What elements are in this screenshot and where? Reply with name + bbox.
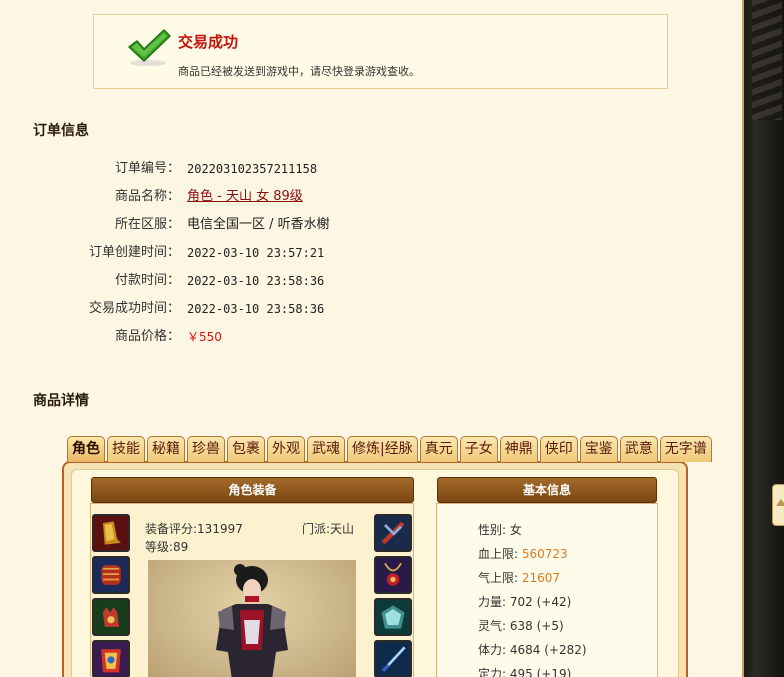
stat-strength-bonus: (+42) xyxy=(532,595,572,609)
character-sect: 门派:天山 xyxy=(302,522,355,536)
stat-strength: 力量: 702 (+42) xyxy=(478,593,571,610)
stat-hp: 血上限: 560723 xyxy=(478,545,568,562)
order-row-success: 交易成功时间： 2022-03-10 23:58:36 xyxy=(0,299,600,319)
decoration-strip xyxy=(752,0,782,120)
character-level: 等级:89 xyxy=(145,540,189,554)
paid-time-value: 2022-03-10 23:58:36 xyxy=(187,274,325,288)
tab-cultivation[interactable]: 修炼|经脉 xyxy=(347,436,418,462)
side-decoration xyxy=(744,0,784,677)
created-time-value: 2022-03-10 23:57:21 xyxy=(187,246,325,260)
tab-skills[interactable]: 技能 xyxy=(107,436,145,462)
stat-stamina: 体力: 4684 (+282) xyxy=(478,641,587,658)
detail-tabs: 角色 技能 秘籍 珍兽 包裹 外观 武魂 修炼|经脉 真元 子女 神鼎 侠印 宝… xyxy=(67,436,712,462)
stat-spirit-value: 638 xyxy=(509,619,533,633)
checkmark-icon xyxy=(128,29,171,66)
shoulder-icon xyxy=(376,600,410,634)
boots-icon xyxy=(94,516,128,550)
character-figure-icon xyxy=(216,564,288,677)
weapon-icon xyxy=(376,642,410,676)
order-row-created: 订单创建时间： 2022-03-10 23:57:21 xyxy=(0,243,600,263)
stat-strength-value: 702 xyxy=(509,595,533,609)
equip-slot-amulet[interactable] xyxy=(374,556,412,594)
stat-gender-value: 女 xyxy=(509,523,522,537)
stat-focus-value: 495 xyxy=(509,667,533,677)
stat-spirit: 灵气: 638 (+5) xyxy=(478,617,564,634)
order-row-paid: 付款时间： 2022-03-10 23:58:36 xyxy=(0,271,600,291)
tab-children[interactable]: 子女 xyxy=(459,436,498,462)
tab-role[interactable]: 角色 xyxy=(67,436,105,462)
equipment-score: 装备评分:131997 xyxy=(145,522,243,536)
success-time-label: 交易成功时间： xyxy=(88,301,180,316)
equip-slot-bracer[interactable] xyxy=(92,556,130,594)
success-time-value: 2022-03-10 23:58:36 xyxy=(187,302,325,316)
stat-hp-value: 560723 xyxy=(521,547,568,561)
product-detail-title: 商品详情 xyxy=(33,393,89,409)
order-info-title: 订单信息 xyxy=(33,123,89,139)
stat-stamina-bonus: (+282) xyxy=(540,643,587,657)
stat-mp: 气上限: 21607 xyxy=(478,569,560,586)
equip-slot-boots[interactable] xyxy=(92,514,130,552)
price-label: 商品价格： xyxy=(114,329,180,344)
server-value: 电信全国一区 / 听香水榭 xyxy=(187,217,330,232)
order-row-number: 订单编号： 202203102357211158 xyxy=(0,159,600,179)
tab-wuyi[interactable]: 武意 xyxy=(619,436,658,462)
stat-mp-label: 气上限: xyxy=(478,571,522,585)
tab-pets[interactable]: 珍兽 xyxy=(187,436,225,462)
scroll-top-tab[interactable] xyxy=(772,484,784,526)
equip-slot-shoulder[interactable] xyxy=(374,598,412,636)
order-page: 交易成功 商品已经被发送到游戏中，请尽快登录游戏查收。 订单信息 订单编号： 2… xyxy=(0,0,742,677)
success-title: 交易成功 xyxy=(178,33,239,51)
price-value: ￥550 xyxy=(187,330,222,344)
stat-spirit-bonus: (+5) xyxy=(532,619,564,633)
stat-gender-label: 性别: xyxy=(478,523,510,537)
stat-gender: 性别: 女 xyxy=(478,521,522,538)
equipment-header: 角色装备 xyxy=(91,477,414,503)
order-row-product: 商品名称： 角色 - 天山 女 89级 xyxy=(0,187,600,207)
created-time-label: 订单创建时间： xyxy=(88,245,180,260)
success-message: 商品已经被发送到游戏中，请尽快登录游戏查收。 xyxy=(178,65,420,78)
tab-xiayin[interactable]: 侠印 xyxy=(539,436,578,462)
stat-focus-bonus: (+19) xyxy=(532,667,572,677)
tab-wuzipu[interactable]: 无字谱 xyxy=(659,436,712,462)
tab-baojian[interactable]: 宝鉴 xyxy=(579,436,618,462)
paid-time-label: 付款时间： xyxy=(114,273,180,288)
product-name-label: 商品名称： xyxy=(114,189,180,204)
order-number-label: 订单编号： xyxy=(114,161,180,176)
tab-wuhun[interactable]: 武魂 xyxy=(307,436,345,462)
basic-info-header: 基本信息 xyxy=(437,477,657,503)
stat-focus-label: 定力: xyxy=(478,667,510,677)
order-row-price: 商品价格： ￥550 xyxy=(0,327,600,347)
equip-slot-hairpin[interactable] xyxy=(374,514,412,552)
equip-slot-armor[interactable] xyxy=(92,640,130,677)
stat-mp-value: 21607 xyxy=(521,571,561,585)
hairpin-icon xyxy=(376,516,410,550)
tab-bag[interactable]: 包裹 xyxy=(227,436,265,462)
bracer-icon xyxy=(94,558,128,592)
tab-manuals[interactable]: 秘籍 xyxy=(147,436,185,462)
equip-slot-weapon[interactable] xyxy=(374,640,412,677)
success-notice: 交易成功 商品已经被发送到游戏中，请尽快登录游戏查收。 xyxy=(93,14,668,89)
stat-stamina-value: 4684 xyxy=(509,643,541,657)
stat-strength-label: 力量: xyxy=(478,595,510,609)
order-row-server: 所在区服： 电信全国一区 / 听香水榭 xyxy=(0,215,600,235)
armor-icon xyxy=(94,642,128,676)
tab-zhenyuan[interactable]: 真元 xyxy=(419,436,458,462)
order-number-value: 202203102357211158 xyxy=(187,162,318,176)
tab-shending[interactable]: 神鼎 xyxy=(499,436,538,462)
stat-hp-label: 血上限: xyxy=(478,547,522,561)
equip-slot-gloves[interactable] xyxy=(92,598,130,636)
gloves-icon xyxy=(94,600,128,634)
character-portrait xyxy=(148,560,356,677)
stat-spirit-label: 灵气: xyxy=(478,619,510,633)
stat-focus: 定力: 495 (+19) xyxy=(478,665,571,677)
tab-appearance[interactable]: 外观 xyxy=(267,436,305,462)
stat-stamina-label: 体力: xyxy=(478,643,510,657)
product-name-link[interactable]: 角色 - 天山 女 89级 xyxy=(187,187,303,207)
amulet-icon xyxy=(376,558,410,592)
server-label: 所在区服： xyxy=(114,217,180,232)
